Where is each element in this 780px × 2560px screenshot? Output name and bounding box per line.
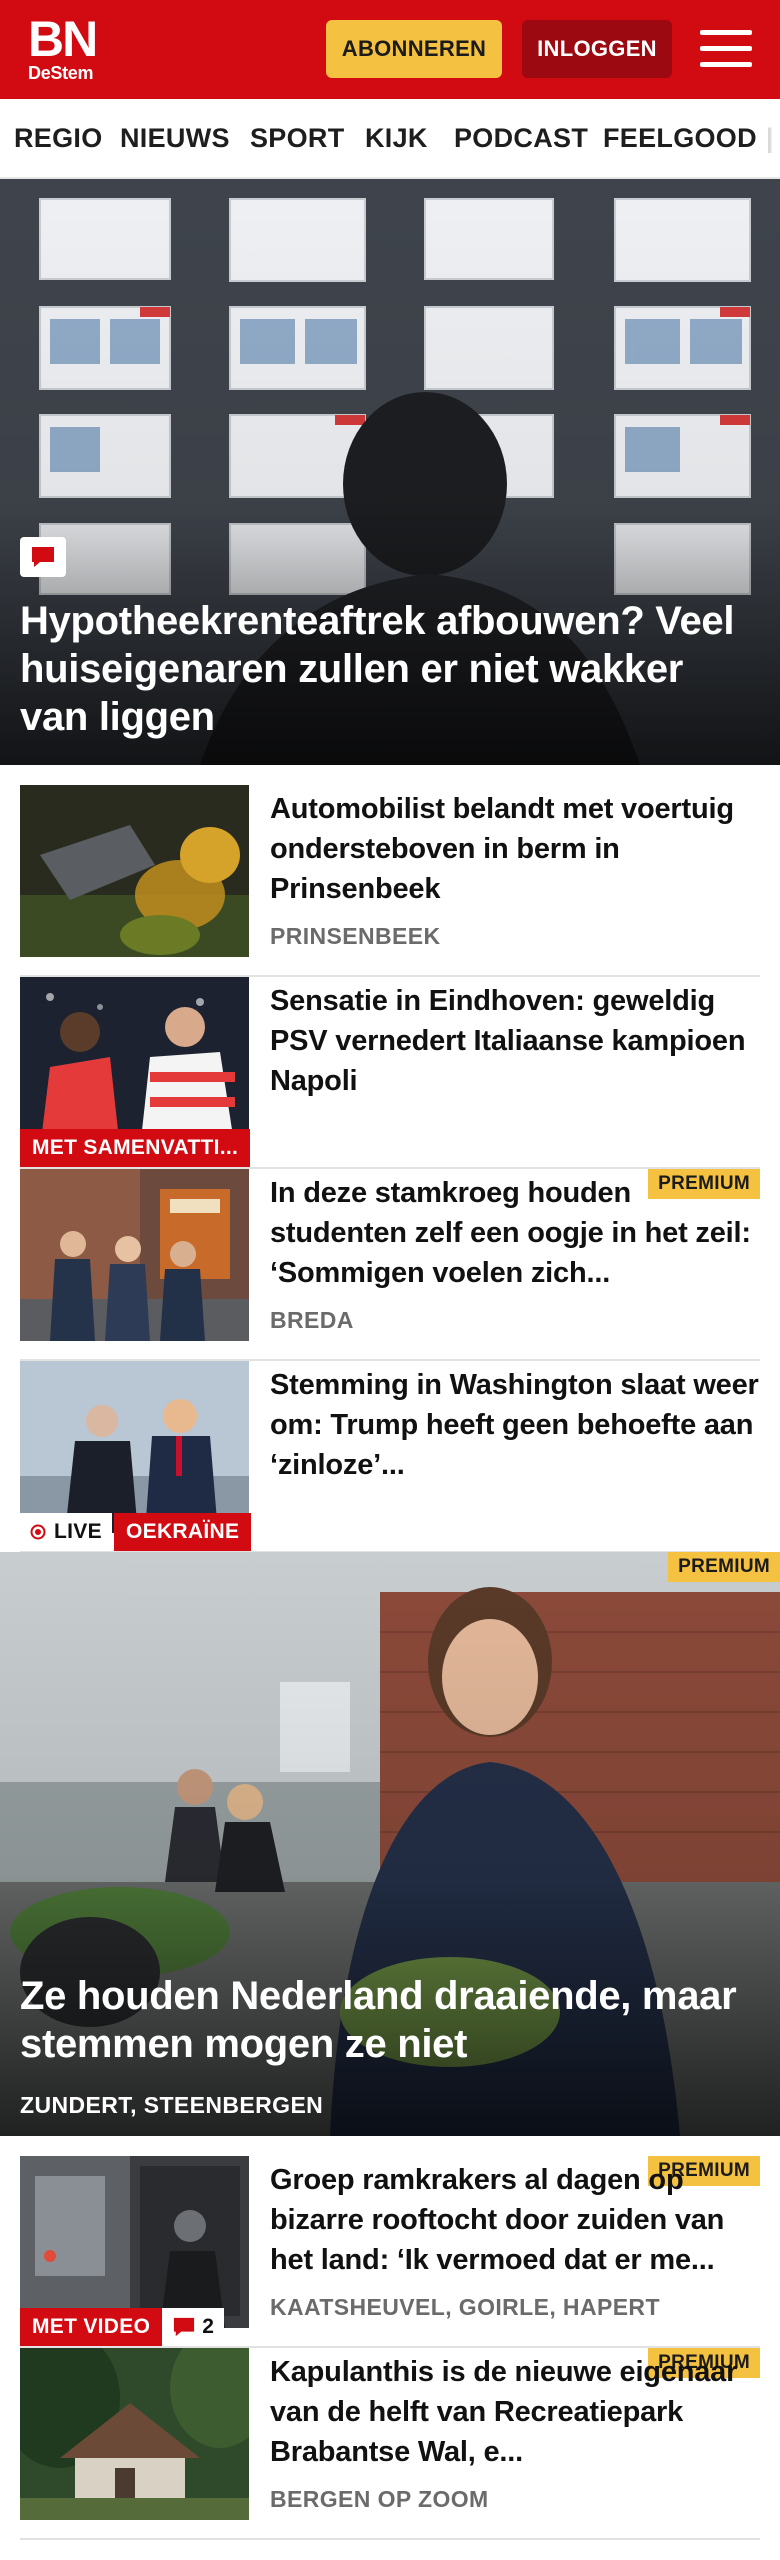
list-item[interactable]: Automobilist belandt met voertuig onders… xyxy=(20,785,760,977)
nav-item-nieuws[interactable]: NIEUWS xyxy=(120,99,230,177)
live-dot-icon xyxy=(30,1524,46,1540)
article-location: KAATSHEUVEL, GOIRLE, HAPERT xyxy=(270,2294,660,2320)
menu-line xyxy=(700,62,752,67)
list-item[interactable]: MET SAMENVATTI... Sensatie in Eindhoven:… xyxy=(20,977,760,1169)
hamburger-menu-icon[interactable] xyxy=(700,26,752,72)
live-label: LIVE xyxy=(20,1513,112,1551)
article-location: BERGEN OP ZOOM xyxy=(270,2486,489,2512)
article-thumbnail xyxy=(20,2348,249,2520)
premium-badge: PREMIUM xyxy=(668,1552,780,1582)
article-thumbnail xyxy=(20,1361,249,1533)
nav-item-feelgood[interactable]: FEELGOOD xyxy=(603,99,757,177)
nav-item-regio[interactable]: REGIO xyxy=(14,99,103,177)
nav-fade xyxy=(760,99,780,177)
video-label-text: MET VIDEO xyxy=(32,2315,151,2338)
article-thumbnail xyxy=(20,2156,249,2328)
article-title[interactable]: In deze stamkroeg houden studenten zelf … xyxy=(270,1173,760,1293)
comment-count-value: 2 xyxy=(202,2315,215,2338)
video-label: MET VIDEO 2 xyxy=(20,2308,225,2346)
summary-label: MET SAMENVATTI... xyxy=(20,1129,251,1167)
list-item[interactable]: PREMIUM In deze stamkroeg houden student… xyxy=(20,1169,760,1361)
list-item[interactable]: PREMIUM Kapulanthis is de nieuwe eigenaa… xyxy=(20,2348,760,2540)
hero-title[interactable]: Hypotheekrenteaftrek afbouwen? Veel huis… xyxy=(20,597,760,741)
comment-count: 2 xyxy=(162,2308,225,2346)
article-title[interactable]: Sensatie in Eindhoven: geweldig PSV vern… xyxy=(270,981,760,1101)
menu-line xyxy=(700,30,752,35)
login-button[interactable]: INLOGGEN xyxy=(522,20,672,78)
article-title[interactable]: Stemming in Washington slaat weer om: Tr… xyxy=(270,1365,760,1485)
article-title[interactable]: Groep ramkrakers al dagen op bizarre roo… xyxy=(270,2160,760,2280)
article-title[interactable]: Automobilist belandt met voertuig onders… xyxy=(270,789,760,909)
article-thumbnail xyxy=(20,1169,249,1341)
site-logo[interactable]: BN DeStem xyxy=(28,11,120,85)
feature-title[interactable]: Ze houden Nederland draaiende, maar stem… xyxy=(20,1972,765,2068)
nav-item-kijk[interactable]: KIJK xyxy=(365,99,428,177)
article-thumbnail xyxy=(20,977,249,1149)
article-location: PRINSENBEEK xyxy=(270,923,441,949)
section-nav: REGIO NIEUWS SPORT KIJK PODCAST FEELGOOD… xyxy=(0,99,780,179)
list-item[interactable]: PREMIUM MET VIDEO 2 Groep ramkrakers al … xyxy=(20,2156,760,2348)
top-bar: BN DeStem ABONNEREN INLOGGEN xyxy=(0,0,780,99)
nav-item-podcast[interactable]: PODCAST xyxy=(454,99,588,177)
feature-location: ZUNDERT, STEENBERGEN xyxy=(20,2092,324,2118)
feature-article[interactable]: PREMIUM Ze houden Nederland draaiende, m… xyxy=(0,1552,780,2136)
list-item[interactable]: LIVE OEKRAÏNE Stemming in Washington sla… xyxy=(20,1361,760,1553)
comment-icon xyxy=(20,537,66,577)
subscribe-button[interactable]: ABONNEREN xyxy=(326,20,502,78)
menu-line xyxy=(700,46,752,51)
article-location: BREDA xyxy=(270,1307,354,1333)
comment-icon xyxy=(174,2317,195,2337)
topic-label: OEKRAÏNE xyxy=(114,1513,252,1551)
logo-mark: BN xyxy=(28,11,98,67)
live-text: LIVE xyxy=(54,1520,102,1543)
logo-subtitle: DeStem xyxy=(28,63,94,83)
article-title[interactable]: Kapulanthis is de nieuwe eigenaar van de… xyxy=(270,2352,760,2472)
nav-item-sport[interactable]: SPORT xyxy=(250,99,345,177)
hero-article[interactable]: Hypotheekrenteaftrek afbouwen? Veel huis… xyxy=(0,179,780,765)
article-thumbnail xyxy=(20,785,249,957)
